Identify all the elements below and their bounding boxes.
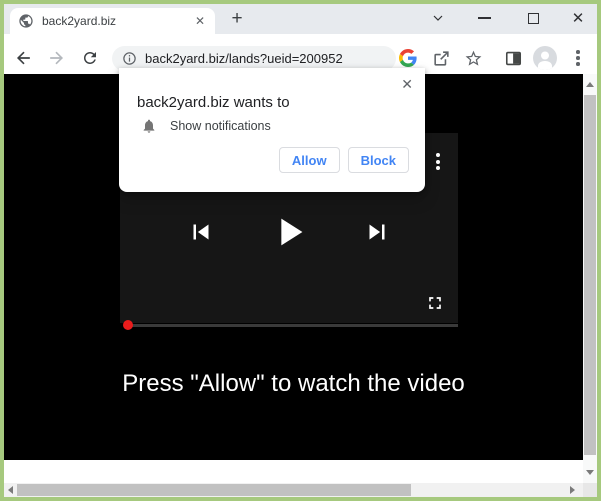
notification-permission-dialog: ✕ back2yard.biz wants to Show notificati… xyxy=(119,68,425,192)
horizontal-scrollbar[interactable] xyxy=(4,483,583,497)
three-dots-icon xyxy=(576,50,580,66)
window-chevron-button[interactable] xyxy=(427,7,449,29)
profile-button[interactable] xyxy=(533,46,557,70)
browser-tab[interactable]: back2yard.biz ✕ xyxy=(10,8,215,34)
block-button[interactable]: Block xyxy=(348,147,409,173)
scroll-left-arrow-icon[interactable] xyxy=(8,486,13,494)
permission-row: Show notifications xyxy=(141,118,271,134)
person-icon xyxy=(533,46,557,70)
browser-menu-button[interactable] xyxy=(566,46,590,70)
horizontal-scroll-thumb[interactable] xyxy=(17,484,411,496)
back-arrow-icon xyxy=(14,48,34,68)
tab-title: back2yard.biz xyxy=(42,14,193,28)
refresh-button[interactable] xyxy=(78,46,102,70)
maximize-icon xyxy=(528,13,539,24)
player-controls xyxy=(120,209,458,255)
bell-icon xyxy=(141,118,157,134)
google-logo-button[interactable] xyxy=(396,46,420,70)
scroll-down-arrow-icon[interactable] xyxy=(586,470,594,475)
new-tab-button[interactable]: + xyxy=(225,7,249,31)
url-text[interactable]: back2yard.biz/lands?ueid=200952 xyxy=(145,51,343,66)
allow-button[interactable]: Allow xyxy=(279,147,340,173)
window-maximize-button[interactable] xyxy=(522,7,544,29)
page-message: Press "Allow" to watch the video xyxy=(4,370,583,398)
previous-track-button[interactable] xyxy=(186,217,216,247)
progress-handle[interactable] xyxy=(123,320,133,330)
fullscreen-button[interactable] xyxy=(425,293,445,313)
page-below-fold xyxy=(4,460,583,483)
permission-label: Show notifications xyxy=(170,119,271,133)
forward-button[interactable] xyxy=(44,46,68,70)
progress-bar[interactable] xyxy=(128,324,458,327)
page-info-icon[interactable] xyxy=(122,51,137,66)
dialog-close-icon[interactable]: ✕ xyxy=(401,76,413,93)
refresh-icon xyxy=(81,49,99,67)
google-g-icon xyxy=(399,49,417,67)
vertical-scrollbar[interactable] xyxy=(583,74,597,483)
scroll-up-arrow-icon[interactable] xyxy=(586,82,594,87)
player-menu-icon[interactable] xyxy=(436,153,440,170)
forward-arrow-icon xyxy=(46,48,66,68)
tab-strip: back2yard.biz ✕ + ✕ xyxy=(4,4,597,34)
window-minimize-button[interactable] xyxy=(473,7,495,29)
globe-favicon-icon xyxy=(18,13,34,29)
chevron-down-icon xyxy=(430,10,446,26)
back-button[interactable] xyxy=(12,46,36,70)
skip-next-icon xyxy=(362,217,392,247)
skip-previous-icon xyxy=(186,217,216,247)
avatar xyxy=(533,46,557,70)
share-button[interactable] xyxy=(429,46,453,70)
minimize-icon xyxy=(478,17,491,19)
bookmark-button[interactable] xyxy=(461,46,485,70)
side-panel-icon xyxy=(504,49,523,68)
scroll-right-arrow-icon[interactable] xyxy=(570,486,575,494)
next-track-button[interactable] xyxy=(362,217,392,247)
browser-window: back2yard.biz ✕ + ✕ back2yard.biz/lands?… xyxy=(0,0,601,501)
share-icon xyxy=(432,49,451,68)
play-icon xyxy=(266,209,312,255)
star-icon xyxy=(464,49,483,68)
vertical-scroll-thumb[interactable] xyxy=(584,95,596,455)
fullscreen-icon xyxy=(425,293,445,313)
window-close-button[interactable]: ✕ xyxy=(567,7,589,29)
play-button[interactable] xyxy=(266,209,312,255)
side-panel-button[interactable] xyxy=(501,46,525,70)
tab-close-icon[interactable]: ✕ xyxy=(193,14,207,28)
dialog-title: back2yard.biz wants to xyxy=(137,94,290,111)
scrollbar-corner xyxy=(583,483,597,497)
